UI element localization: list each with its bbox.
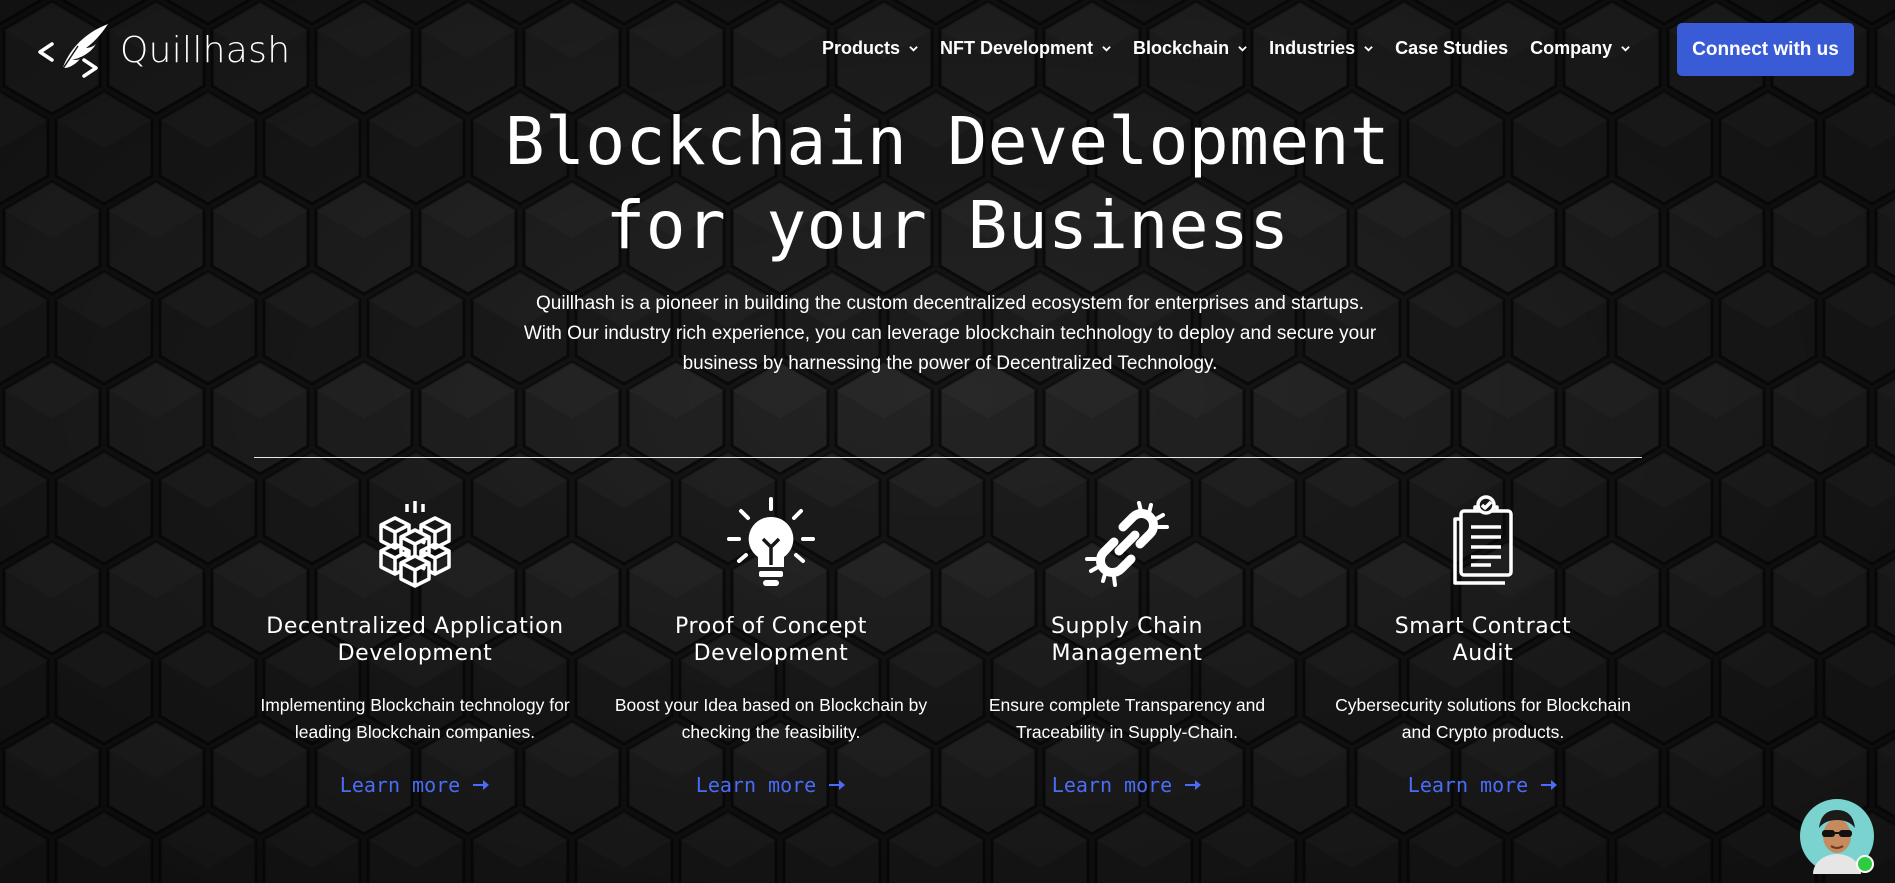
learn-more-link[interactable]: Learn more [696, 773, 846, 797]
hero-desc-line: With Our industry rich experience, you c… [523, 323, 1377, 344]
feature-desc-line: leading Blockchain companies. [294, 722, 536, 742]
feature-title: Proof of Concept Development [601, 613, 941, 667]
feature-desc-line: Implementing Blockchain technology for [260, 695, 570, 715]
nav-item-company[interactable]: Company [1530, 38, 1630, 59]
feature-description: Boost your Idea based on Blockchain by c… [601, 692, 941, 746]
feature-desc-line: Boost your Idea based on Blockchain by [614, 695, 928, 715]
section-divider [254, 457, 1642, 458]
nav-item-case-studies[interactable]: Case Studies [1395, 38, 1508, 59]
feature-desc-line: Ensure complete Transparency and [988, 695, 1266, 715]
feature-desc-line: Cybersecurity solutions for Blockchain [1335, 695, 1631, 715]
feature-card-smart-contract-audit: Smart Contract Audit Cybersecurity solut… [1313, 495, 1653, 797]
learn-more-link[interactable]: Learn more [340, 773, 490, 797]
nav-item-blockchain[interactable]: Blockchain [1133, 38, 1247, 59]
feature-title-line: Development [693, 641, 849, 666]
chevron-down-icon [1364, 46, 1373, 52]
feature-title-line: Audit [1452, 641, 1514, 666]
arrow-right-icon [1185, 780, 1202, 790]
hero-description: Quillhash is a pioneer in building the c… [480, 289, 1420, 379]
clipboard-check-icon [1453, 495, 1513, 585]
learn-more-label: Learn more [339, 773, 461, 797]
nav-item-industries[interactable]: Industries [1269, 38, 1373, 59]
feature-description: Implementing Blockchain technology for l… [245, 692, 585, 746]
feature-description: Cybersecurity solutions for Blockchain a… [1313, 692, 1653, 746]
cubes-icon [379, 501, 451, 588]
page: Quillhash Products NFT Development Block… [0, 0, 1895, 883]
hero-title: Blockchain Development for your Business [0, 100, 1895, 268]
feature-card-dapp: Decentralized Application Development Im… [245, 495, 585, 797]
chevron-down-icon [909, 46, 918, 52]
nav-item-label: NFT Development [940, 38, 1094, 58]
learn-more-label: Learn more [1051, 773, 1173, 797]
quill-code-logo-icon [38, 24, 108, 78]
feature-desc-line: checking the feasibility. [681, 722, 861, 742]
feature-title-line: Management [1051, 641, 1203, 666]
nav-item-label: Products [822, 38, 901, 58]
hero-desc-line: Quillhash is a pioneer in building the c… [536, 293, 1364, 314]
online-status-dot [1856, 855, 1874, 873]
arrow-right-icon [473, 780, 490, 790]
hero-desc-line: business by harnessing the power of Dece… [682, 353, 1218, 374]
learn-more-link[interactable]: Learn more [1052, 773, 1202, 797]
feature-title: Supply Chain Management [957, 613, 1297, 667]
learn-more-label: Learn more [695, 773, 817, 797]
brand-logo[interactable]: Quillhash [38, 22, 290, 78]
feature-title: Decentralized Application Development [245, 613, 585, 667]
learn-more-label: Learn more [1407, 773, 1529, 797]
feature-card-supply-chain: Supply Chain Management Ensure complete … [957, 495, 1297, 797]
feature-title-line: Proof of Concept [675, 614, 867, 639]
arrow-right-icon [829, 780, 846, 790]
chevron-down-icon [1238, 46, 1247, 52]
nav-item-label: Company [1530, 38, 1613, 58]
feature-title-line: Decentralized Application [266, 614, 564, 639]
feature-desc-line: Traceability in Supply-Chain. [1015, 722, 1239, 742]
chain-link-icon [1085, 501, 1169, 587]
nav-item-label: Blockchain [1133, 38, 1230, 58]
brand-name: Quillhash [120, 29, 291, 71]
nav-item-label: Case Studies [1395, 38, 1509, 58]
feature-title: Smart Contract Audit [1313, 613, 1653, 667]
feature-card-poc: Proof of Concept Development Boost your … [601, 495, 941, 797]
chevron-down-icon [1621, 46, 1630, 52]
learn-more-link[interactable]: Learn more [1408, 773, 1558, 797]
lightbulb-icon [727, 497, 815, 586]
nav-item-label: Industries [1269, 38, 1356, 58]
connect-button[interactable]: Connect with us [1677, 23, 1854, 76]
chat-avatar-icon[interactable] [1799, 798, 1875, 874]
nav-item-nft-development[interactable]: NFT Development [940, 38, 1111, 59]
hero-title-line: Blockchain Development [504, 103, 1391, 180]
main-nav: Products NFT Development Blockchain Indu… [822, 38, 1652, 59]
feature-title-line: Development [337, 641, 493, 666]
nav-item-products[interactable]: Products [822, 38, 918, 59]
feature-title-line: Supply Chain [1050, 614, 1203, 639]
feature-desc-line: and Crypto products. [1401, 722, 1565, 742]
feature-title-line: Smart Contract [1394, 614, 1572, 639]
arrow-right-icon [1541, 780, 1558, 790]
hero-title-line: for your Business [605, 187, 1290, 264]
chevron-down-icon [1102, 46, 1111, 52]
feature-description: Ensure complete Transparency and Traceab… [957, 692, 1297, 746]
